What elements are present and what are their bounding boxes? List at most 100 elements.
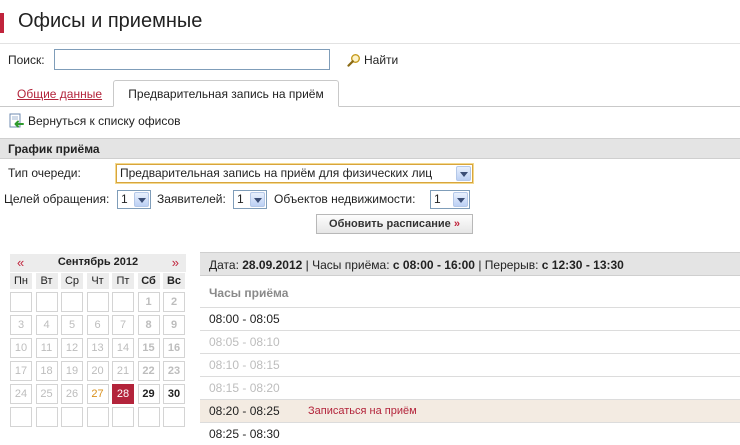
calendar-day[interactable]: 17 bbox=[10, 361, 32, 381]
calendar-day[interactable]: 12 bbox=[61, 338, 83, 358]
time-slot-label: 08:10 - 08:15 bbox=[209, 358, 280, 372]
back-document-icon bbox=[9, 113, 24, 128]
calendar-day[interactable]: 29 bbox=[137, 384, 160, 404]
time-slot-row: 08:15 - 08:20 bbox=[200, 376, 740, 399]
refresh-button-label: Обновить расписание bbox=[329, 218, 451, 230]
calendar-day[interactable]: 20 bbox=[86, 361, 109, 381]
applicants-value: 1 bbox=[237, 192, 244, 206]
calendar-empty-cell bbox=[10, 407, 32, 427]
calendar-day[interactable]: 27 bbox=[86, 384, 109, 404]
goals-label: Целей обращения: bbox=[4, 192, 110, 206]
calendar-day[interactable]: 1 bbox=[137, 292, 160, 312]
queue-type-value: Предварительная запись на приём для физи… bbox=[120, 166, 433, 180]
applicants-select[interactable]: 1 bbox=[233, 190, 267, 209]
time-slot-row: 08:10 - 08:15 bbox=[200, 353, 740, 376]
calendar-weekday: Пн bbox=[10, 273, 32, 289]
time-slot-row: 08:05 - 08:10 bbox=[200, 330, 740, 353]
tab-general-info[interactable]: Общие данные bbox=[17, 87, 102, 101]
calendar-weekday: Вт bbox=[35, 273, 58, 289]
calendar-empty-cell bbox=[86, 292, 109, 312]
chevron-down-icon bbox=[250, 192, 265, 207]
refresh-schedule-button[interactable]: Обновить расписание » bbox=[316, 214, 473, 234]
calendar-weekday: Пт bbox=[112, 273, 134, 289]
hours-label: Часы приёма: bbox=[312, 258, 390, 272]
queue-type-select[interactable]: Предварительная запись на приём для физи… bbox=[116, 164, 473, 183]
goals-value: 1 bbox=[121, 192, 128, 206]
calendar-day[interactable]: 18 bbox=[35, 361, 58, 381]
search-button-label: Найти bbox=[364, 53, 399, 67]
break-value: с 12:30 - 13:30 bbox=[541, 258, 624, 272]
calendar-day[interactable]: 9 bbox=[163, 315, 185, 335]
calendar-empty-cell bbox=[35, 407, 58, 427]
book-appointment-link[interactable]: Записаться на приём bbox=[308, 405, 417, 417]
calendar-empty-cell bbox=[61, 407, 83, 427]
calendar-empty-cell bbox=[112, 407, 134, 427]
calendar-month-label: Сентябрь 2012 bbox=[57, 256, 139, 268]
calendar-day[interactable]: 28 bbox=[112, 384, 134, 404]
separator: | bbox=[305, 258, 309, 272]
calendar-day[interactable]: 25 bbox=[35, 384, 58, 404]
break-label: Перерыв: bbox=[484, 258, 539, 272]
search-button[interactable]: Найти bbox=[347, 51, 398, 69]
calendar-next-button[interactable]: » bbox=[172, 255, 179, 270]
chevron-down-icon bbox=[134, 192, 149, 207]
calendar-day[interactable]: 19 bbox=[61, 361, 83, 381]
separator: | bbox=[478, 258, 482, 272]
chevron-down-icon bbox=[453, 192, 468, 207]
calendar-day[interactable]: 13 bbox=[86, 338, 109, 358]
calendar-day[interactable]: 26 bbox=[61, 384, 83, 404]
calendar-empty-cell bbox=[137, 407, 160, 427]
calendar-day[interactable]: 23 bbox=[163, 361, 185, 381]
date-value: 28.09.2012 bbox=[242, 258, 303, 272]
calendar-day[interactable]: 22 bbox=[137, 361, 160, 381]
magnifier-icon bbox=[347, 54, 360, 67]
calendar-day[interactable]: 5 bbox=[61, 315, 83, 335]
back-to-offices-link[interactable]: Вернуться к списку офисов bbox=[8, 113, 181, 129]
calendar-day[interactable]: 11 bbox=[35, 338, 58, 358]
time-slot-row[interactable]: 08:00 - 08:05 bbox=[200, 307, 740, 330]
time-slot-row[interactable]: 08:25 - 08:30 bbox=[200, 422, 740, 445]
calendar-day[interactable]: 16 bbox=[163, 338, 185, 358]
goals-select[interactable]: 1 bbox=[117, 190, 151, 209]
back-link-label: Вернуться к списку офисов bbox=[28, 114, 181, 128]
calendar-day[interactable]: 2 bbox=[163, 292, 185, 312]
calendar-day[interactable]: 3 bbox=[10, 315, 32, 335]
calendar-header: « Сентябрь 2012 » bbox=[10, 254, 186, 272]
schedule-section-header: График приёма bbox=[0, 138, 740, 159]
title-accent-bar bbox=[0, 13, 4, 33]
calendar-day[interactable]: 14 bbox=[112, 338, 134, 358]
calendar-day[interactable]: 21 bbox=[112, 361, 134, 381]
queue-type-label: Тип очереди: bbox=[8, 166, 81, 180]
calendar-day[interactable]: 10 bbox=[10, 338, 32, 358]
time-slot-label: 08:25 - 08:30 bbox=[209, 427, 280, 441]
time-slot-label: 08:15 - 08:20 bbox=[209, 381, 280, 395]
time-slot-label: 08:00 - 08:05 bbox=[209, 312, 280, 326]
date-label: Дата: bbox=[209, 258, 239, 272]
chevron-down-icon bbox=[456, 166, 471, 181]
properties-label: Объектов недвижимости: bbox=[274, 192, 416, 206]
calendar-weekday: Вс bbox=[163, 273, 185, 289]
properties-select[interactable]: 1 bbox=[430, 190, 470, 209]
time-slot-label: 08:05 - 08:10 bbox=[209, 335, 280, 349]
page-title: Офисы и приемные bbox=[18, 10, 203, 32]
calendar-day[interactable]: 15 bbox=[137, 338, 160, 358]
applicants-label: Заявителей: bbox=[157, 192, 226, 206]
calendar-empty-cell bbox=[61, 292, 83, 312]
page-header: Офисы и приемные bbox=[0, 0, 740, 44]
calendar-empty-cell bbox=[86, 407, 109, 427]
calendar-day[interactable]: 8 bbox=[137, 315, 160, 335]
calendar-weekday: Чт bbox=[86, 273, 109, 289]
calendar-day[interactable]: 30 bbox=[163, 384, 185, 404]
calendar-day[interactable]: 6 bbox=[86, 315, 109, 335]
calendar-day[interactable]: 7 bbox=[112, 315, 134, 335]
properties-value: 1 bbox=[434, 192, 441, 206]
time-slot-row[interactable]: 08:20 - 08:25 Записаться на приём bbox=[200, 399, 740, 422]
calendar-weekday: Сб bbox=[137, 273, 160, 289]
search-input[interactable] bbox=[54, 49, 330, 70]
schedule-subheader: Часы приёма bbox=[209, 286, 289, 300]
calendar-day[interactable]: 24 bbox=[10, 384, 32, 404]
calendar-empty-cell bbox=[10, 292, 32, 312]
search-label: Поиск: bbox=[8, 53, 45, 67]
tab-pre-registration[interactable]: Предварительная запись на приём bbox=[113, 80, 339, 107]
calendar-day[interactable]: 4 bbox=[35, 315, 58, 335]
